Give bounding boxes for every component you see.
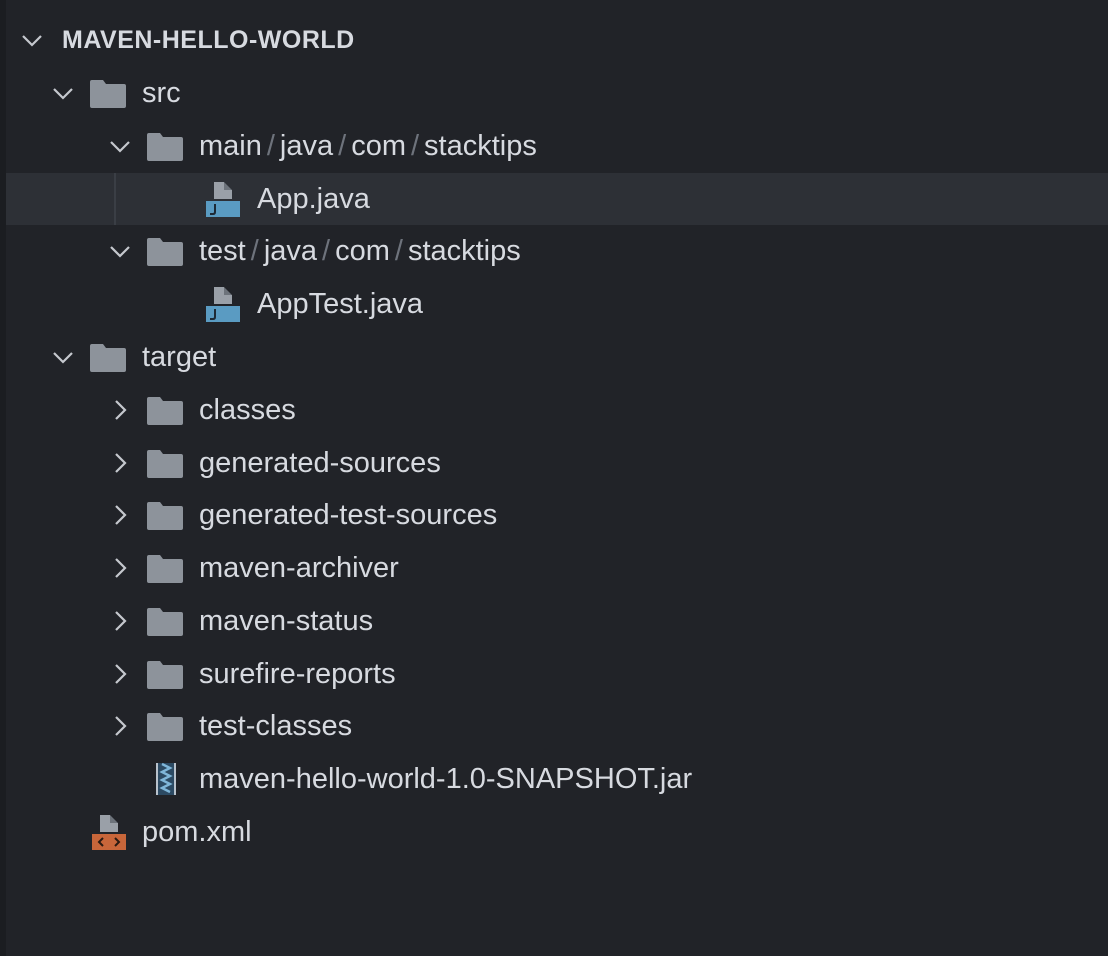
tree-item-label: generated-sources bbox=[199, 447, 441, 479]
path-separator: / bbox=[266, 130, 275, 162]
tree-item-label: App.java bbox=[257, 183, 370, 215]
path-separator: / bbox=[394, 235, 403, 267]
tree-root-maven-hello-world[interactable]: MAVEN-HELLO-WORLD bbox=[6, 14, 1108, 66]
path-segment: stacktips bbox=[424, 130, 537, 162]
chevron-down-icon[interactable] bbox=[51, 81, 75, 105]
java-file-icon bbox=[206, 182, 240, 217]
path-segment: java bbox=[263, 235, 318, 267]
chevron-right-icon[interactable] bbox=[108, 662, 132, 686]
tree-item-generated-sources[interactable]: generated-sources bbox=[6, 437, 1108, 489]
tree-item-generated-test-sources[interactable]: generated-test-sources bbox=[6, 489, 1108, 541]
java-file-icon bbox=[206, 287, 240, 322]
path-separator: / bbox=[410, 130, 420, 162]
tree-item-apptest-java[interactable]: AppTest.java bbox=[6, 278, 1108, 330]
chevron-down-icon[interactable] bbox=[20, 28, 44, 52]
indent-guide bbox=[114, 173, 116, 225]
chevron-down-icon[interactable] bbox=[108, 134, 132, 158]
folder-icon bbox=[147, 238, 183, 266]
tree-item-maven-archiver[interactable]: maven-archiver bbox=[6, 542, 1108, 594]
tree-item-jar[interactable]: maven-hello-world-1.0-SNAPSHOT.jar bbox=[6, 753, 1108, 805]
tree-item-src[interactable]: src bbox=[6, 67, 1108, 119]
folder-icon bbox=[147, 713, 183, 741]
tree-item-label: test-classes bbox=[199, 710, 353, 742]
folder-icon bbox=[147, 555, 183, 583]
file-explorer-panel: MAVEN-HELLO-WORLD src main / java / com / stac… bbox=[0, 0, 1108, 956]
path-segment: java bbox=[279, 130, 334, 162]
path-segment: com bbox=[351, 130, 406, 162]
chevron-right-icon[interactable] bbox=[108, 714, 132, 738]
chevron-down-icon[interactable] bbox=[51, 345, 75, 369]
tree-item-label: src bbox=[142, 77, 181, 109]
tree-item-test-classes[interactable]: test-classes bbox=[6, 700, 1108, 752]
project-root-label: MAVEN-HELLO-WORLD bbox=[62, 26, 355, 54]
tree-item-main-java-com-stacktips[interactable]: main / java / com / stacktips bbox=[6, 120, 1108, 172]
folder-icon bbox=[90, 80, 126, 108]
chevron-down-icon[interactable] bbox=[108, 239, 132, 263]
compact-folder-path: main / java / com / stacktips bbox=[199, 120, 537, 172]
tree-item-label: maven-archiver bbox=[199, 552, 399, 584]
tree-item-label: pom.xml bbox=[142, 816, 252, 848]
path-segment: main bbox=[199, 130, 262, 162]
path-segment: test bbox=[199, 235, 246, 267]
path-separator: / bbox=[322, 235, 331, 267]
folder-icon bbox=[147, 608, 183, 636]
chevron-right-icon[interactable] bbox=[108, 398, 132, 422]
tree-item-maven-status[interactable]: maven-status bbox=[6, 595, 1108, 647]
chevron-right-icon[interactable] bbox=[108, 503, 132, 527]
tree-item-label: maven-status bbox=[199, 605, 374, 637]
jar-archive-icon bbox=[156, 762, 176, 795]
path-separator: / bbox=[338, 130, 347, 162]
chevron-right-icon[interactable] bbox=[108, 451, 132, 475]
tree-item-label: maven-hello-world-1.0-SNAPSHOT.jar bbox=[199, 763, 693, 795]
tree-item-surefire-reports[interactable]: surefire-reports bbox=[6, 648, 1108, 700]
tree-item-test-java-com-stacktips[interactable]: test / java / com / stacktips bbox=[6, 225, 1108, 277]
folder-icon bbox=[147, 450, 183, 478]
tree-item-label: target bbox=[142, 341, 217, 373]
tree-item-label: surefire-reports bbox=[199, 658, 396, 690]
folder-icon bbox=[147, 133, 183, 161]
compact-folder-path: test / java / com / stacktips bbox=[199, 225, 521, 277]
tree-item-target[interactable]: target bbox=[6, 331, 1108, 383]
folder-icon bbox=[147, 397, 183, 425]
chevron-right-icon[interactable] bbox=[108, 609, 132, 633]
folder-icon bbox=[147, 661, 183, 689]
path-segment: com bbox=[335, 235, 390, 267]
path-segment: stacktips bbox=[407, 235, 521, 267]
path-separator: / bbox=[250, 235, 259, 267]
xml-file-icon bbox=[92, 815, 126, 850]
tree-item-label: classes bbox=[199, 394, 296, 426]
tree-item-pom-xml[interactable]: pom.xml bbox=[6, 806, 1108, 858]
tree-item-label: generated-test-sources bbox=[199, 499, 498, 531]
folder-icon bbox=[90, 344, 126, 372]
tree-item-label: AppTest.java bbox=[257, 288, 424, 320]
folder-icon bbox=[147, 502, 183, 530]
chevron-right-icon[interactable] bbox=[108, 556, 132, 580]
tree-item-app-java[interactable]: App.java bbox=[6, 173, 1108, 225]
tree-item-classes[interactable]: classes bbox=[6, 384, 1108, 436]
